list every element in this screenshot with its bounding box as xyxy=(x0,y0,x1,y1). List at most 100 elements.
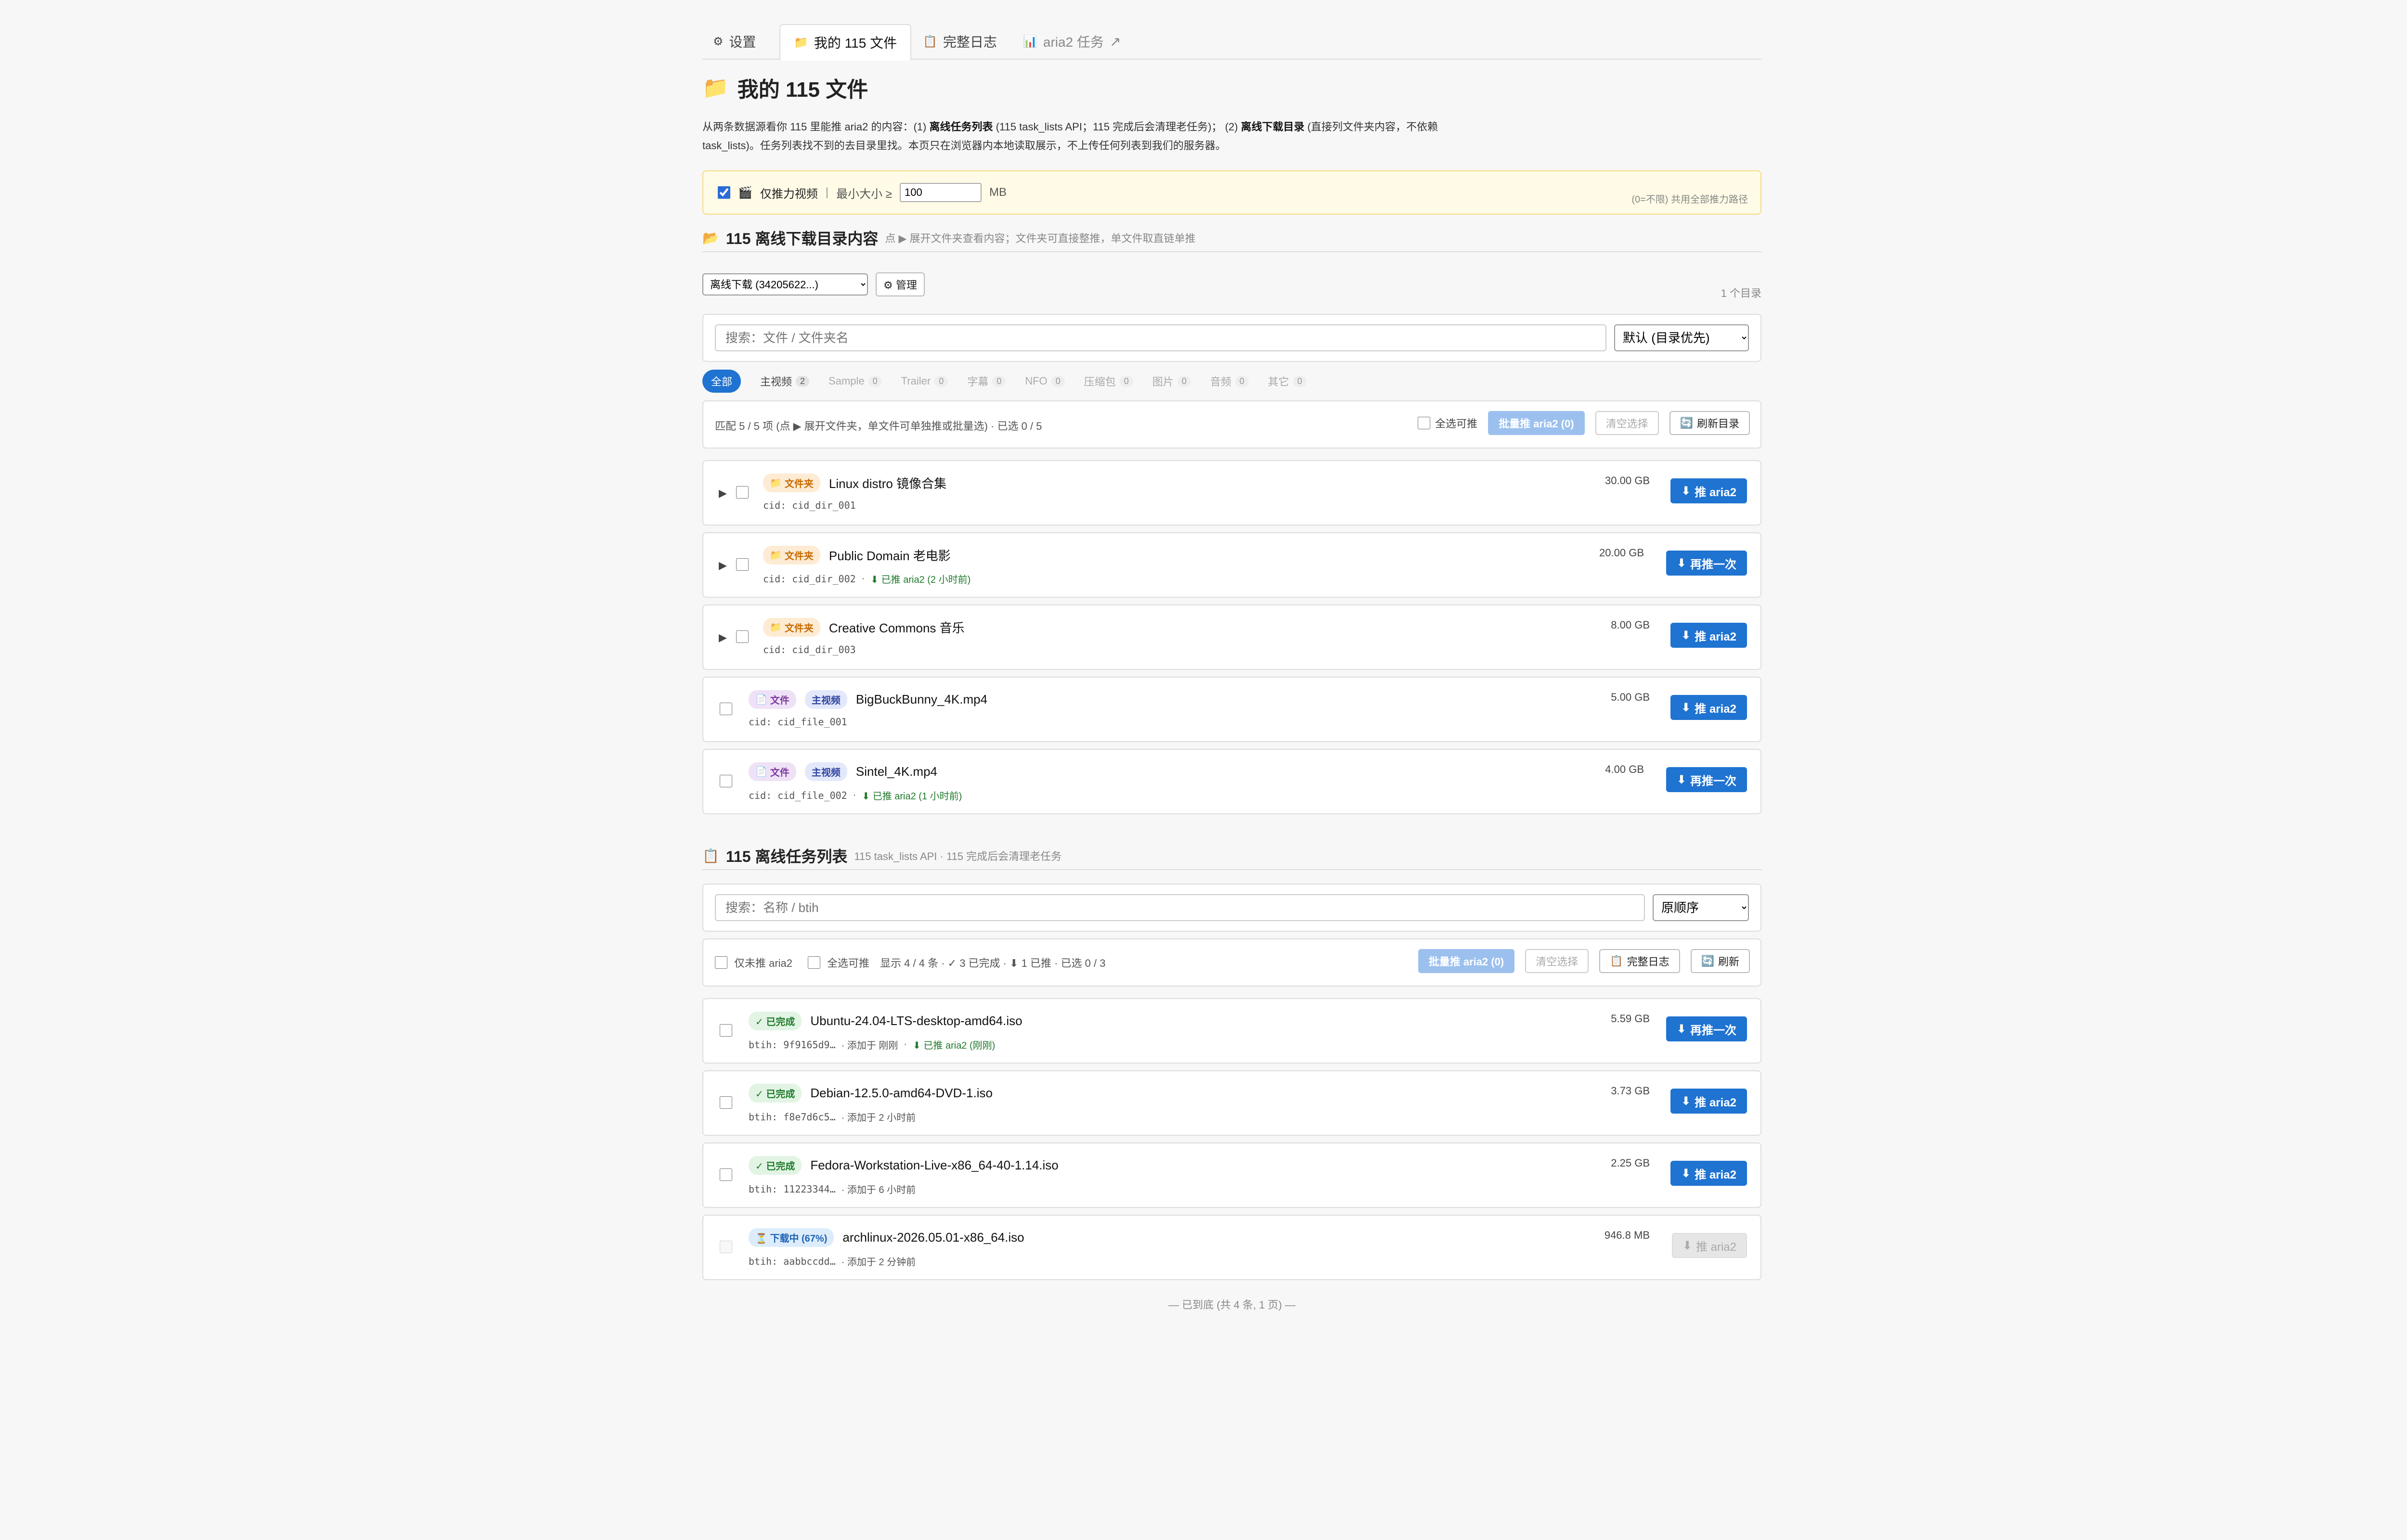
dir-item-checkbox[interactable] xyxy=(736,630,749,643)
task-search-input[interactable] xyxy=(715,894,1645,921)
chip-archive[interactable]: 压缩包 0 xyxy=(1084,373,1133,389)
dir-item-checkbox[interactable] xyxy=(736,486,749,499)
chip-count: 0 xyxy=(868,375,882,387)
desc-bold-1: 离线任务列表 xyxy=(929,121,993,133)
push-aria2-button[interactable]: ⬇ 推 aria2 xyxy=(1670,623,1747,648)
category-chips: 全部 主视频 2 Sample 0 Trailer 0 字幕 0 NFO 0 压缩包 0 图… xyxy=(702,370,1326,393)
dir-count: 1 个目录 xyxy=(1721,287,1761,299)
download-icon: ⬇ xyxy=(1676,773,1686,786)
chip-nfo[interactable]: NFO 0 xyxy=(1025,375,1065,387)
item-cid: cid: cid_file_002 xyxy=(749,789,847,801)
chip-other[interactable]: 其它 0 xyxy=(1268,373,1307,389)
folder-select[interactable]: 离线下载 (34205622...) xyxy=(702,273,868,295)
task-clear-selection-button[interactable]: 清空选择 xyxy=(1525,949,1589,973)
clipboard-icon: 📋 xyxy=(702,848,719,863)
item-cid: cid: cid_file_001 xyxy=(749,716,847,728)
separator: | xyxy=(825,186,829,199)
external-link-icon: ↗ xyxy=(1109,34,1121,49)
task-checkbox[interactable] xyxy=(720,1241,732,1253)
push-aria2-button[interactable]: ⬇ 推 aria2 xyxy=(1670,1161,1747,1186)
desc-text-1: 从两条数据源看你 115 里能推 aria2 的内容：(1) xyxy=(702,121,927,133)
expand-toggle-icon[interactable]: ▶ xyxy=(719,487,727,500)
pushed-text: 已推 aria2 (刚刚) xyxy=(923,1040,996,1051)
push-aria2-button[interactable]: ⬇ 推 aria2 xyxy=(1670,1089,1747,1114)
dir-search-input[interactable] xyxy=(715,324,1606,351)
folder-icon: 📁 xyxy=(794,36,808,49)
refresh-tasks-button[interactable]: 🔄 刷新 xyxy=(1690,949,1750,973)
download-icon: ⬇ xyxy=(1676,1022,1686,1036)
pushed-text: 已推 aria2 (2 小时前) xyxy=(881,575,971,585)
folder-icon: 📁 xyxy=(770,622,782,633)
task-size: 3.73 GB xyxy=(1611,1085,1650,1097)
task-batch-push-button[interactable]: 批量推 aria2 (0) xyxy=(1418,949,1515,973)
item-cid: cid: cid_dir_001 xyxy=(763,500,856,511)
download-icon: ⬇ xyxy=(1682,1239,1692,1252)
item-cid: cid: cid_dir_003 xyxy=(763,644,856,655)
task-summary-text: 显示 4 / 4 条 · ✓ 3 已完成 · ⬇ 1 已推 · 已选 0 / 3 xyxy=(880,957,1106,969)
chip-image[interactable]: 图片 0 xyxy=(1152,373,1191,389)
chip-label: 其它 xyxy=(1268,376,1289,388)
tab-settings[interactable]: ⚙ 设置 xyxy=(713,24,756,59)
download-icon: ⬇ xyxy=(1681,701,1691,714)
folder-icon: 📁 xyxy=(702,76,729,100)
only-unpushed-checkbox[interactable] xyxy=(715,956,727,969)
expand-toggle-icon[interactable]: ▶ xyxy=(719,631,727,644)
chip-sample[interactable]: Sample 0 xyxy=(828,375,882,387)
repush-button[interactable]: ⬇ 再推一次 xyxy=(1666,767,1747,792)
chip-main-video[interactable]: 主视频 2 xyxy=(760,373,810,389)
chip-audio[interactable]: 音频 0 xyxy=(1210,373,1249,389)
dir-sort-select[interactable]: 默认 (目录优先) xyxy=(1614,324,1749,351)
push-aria2-button[interactable]: ⬇ 推 aria2 xyxy=(1670,478,1747,503)
repush-button[interactable]: ⬇ 再推一次 xyxy=(1666,551,1747,576)
tab-aria2[interactable]: 📊 aria2 任务 ↗ xyxy=(1023,24,1121,59)
folder-icon: 📂 xyxy=(702,230,719,245)
download-icon: ⬇ xyxy=(1681,629,1691,642)
chart-icon: 📊 xyxy=(1023,35,1037,48)
task-checkbox[interactable] xyxy=(720,1024,732,1037)
manage-button[interactable]: ⚙ 管理 xyxy=(876,272,925,296)
only-video-checkbox[interactable] xyxy=(718,186,730,199)
full-log-button[interactable]: 📋 完整日志 xyxy=(1599,949,1680,973)
dir-select-all[interactable]: 全选可推 xyxy=(1418,415,1477,431)
chip-label: 字幕 xyxy=(967,376,989,388)
dir-select-all-checkbox[interactable] xyxy=(1418,417,1431,429)
download-icon: ⬇ xyxy=(1681,484,1691,498)
task-row: ✓ 已完成 Debian-12.5.0-amd64-DVD-1.iso btih… xyxy=(702,1070,1761,1136)
push-aria2-button-disabled[interactable]: ⬇ 推 aria2 xyxy=(1671,1233,1747,1258)
tab-my-files[interactable]: 📁 我的 115 文件 xyxy=(779,24,912,61)
gear-icon: ⚙ xyxy=(713,35,724,48)
dir-batch-push-button[interactable]: 批量推 aria2 (0) xyxy=(1488,411,1585,435)
chip-trailer[interactable]: Trailer 0 xyxy=(901,375,948,387)
task-sort-select[interactable]: 原顺序 xyxy=(1653,894,1749,921)
task-row: ✓ 已完成 Ubuntu-24.04-LTS-desktop-amd64.iso… xyxy=(702,998,1761,1064)
dir-clear-selection-button[interactable]: 清空选择 xyxy=(1595,411,1659,435)
push-aria2-button[interactable]: ⬇ 推 aria2 xyxy=(1670,695,1747,720)
min-size-input[interactable] xyxy=(899,183,982,202)
chip-all[interactable]: 全部 xyxy=(702,370,741,393)
repush-button[interactable]: ⬇ 再推一次 xyxy=(1666,1016,1747,1041)
tab-logs[interactable]: 📋 完整日志 xyxy=(923,24,997,59)
file-badge: 📄 文件 xyxy=(749,690,796,709)
filter-hint: (0=不限) 共用全部推力路径 xyxy=(1631,194,1748,205)
refresh-dir-button[interactable]: 🔄 刷新目录 xyxy=(1669,411,1750,435)
task-row: ⏳ 下载中 (67%) archlinux-2026.05.01-x86_64.… xyxy=(702,1215,1761,1280)
task-checkbox[interactable] xyxy=(720,1096,732,1109)
task-section-header: 📋 115 离线任务列表 115 task_lists API · 115 完成… xyxy=(702,842,1761,870)
file-icon: 📄 xyxy=(755,767,767,777)
min-size-unit: MB xyxy=(989,186,1007,199)
task-select-all-checkbox[interactable] xyxy=(808,956,821,969)
dir-item-checkbox[interactable] xyxy=(736,558,749,571)
dir-item-checkbox[interactable] xyxy=(720,775,732,787)
folder-icon: 📁 xyxy=(770,550,782,561)
dir-item-row: ▶ 📁 文件夹 Linux distro 镜像合集 cid: cid_dir_00… xyxy=(702,460,1761,526)
chip-count: 0 xyxy=(1119,375,1133,387)
chip-subtitle[interactable]: 字幕 0 xyxy=(967,373,1006,389)
expand-toggle-icon[interactable]: ▶ xyxy=(719,559,727,572)
download-icon: ⬇ xyxy=(913,1040,921,1051)
task-checkbox[interactable] xyxy=(720,1168,732,1181)
pushed-text: 已推 aria2 (1 小时前) xyxy=(872,791,962,802)
download-icon: ⬇ xyxy=(1681,1167,1691,1180)
dir-item-checkbox[interactable] xyxy=(720,703,732,715)
task-select-all-label: 全选可推 xyxy=(827,957,870,969)
tab-my-files-label: 我的 115 文件 xyxy=(814,36,897,51)
